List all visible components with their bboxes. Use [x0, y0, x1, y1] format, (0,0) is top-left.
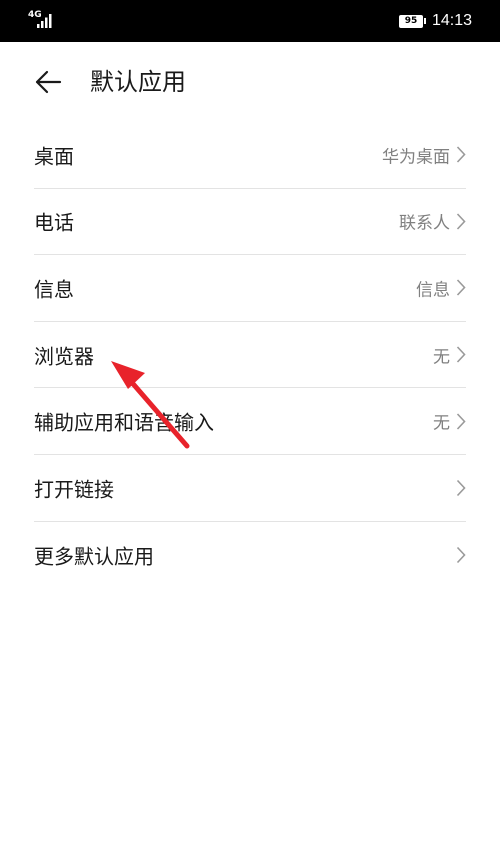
- chevron-right-icon: [456, 213, 466, 230]
- list-item-label: 打开链接: [34, 477, 114, 502]
- list-item-value: 无: [433, 347, 450, 368]
- page-title: 默认应用: [90, 68, 186, 96]
- chevron-right-icon: [456, 346, 466, 363]
- chevron-right-icon: [456, 279, 466, 297]
- list-item-label: 更多默认应用: [34, 544, 154, 569]
- signal-strength-icon: [37, 14, 52, 28]
- battery-level: 95: [398, 14, 423, 28]
- chevron-right-icon: [456, 146, 466, 163]
- list-item-assist-voice-input[interactable]: 辅助应用和语音输入 无: [34, 388, 466, 455]
- status-time: 14:13: [431, 12, 472, 29]
- list-item-label: 辅助应用和语音输入: [34, 410, 214, 435]
- list-item-value: 华为桌面: [382, 147, 450, 168]
- back-button[interactable]: [28, 62, 68, 102]
- list-item-label: 电话: [34, 210, 74, 235]
- list-item-value: 无: [433, 413, 450, 434]
- list-item-phone[interactable]: 电话 联系人: [34, 189, 466, 256]
- list-item-messages[interactable]: 信息 信息: [34, 255, 466, 322]
- back-arrow-icon: [35, 70, 62, 94]
- list-item-label: 桌面: [34, 144, 74, 169]
- chevron-right-icon: [456, 479, 466, 496]
- list-item-value: 联系人: [399, 213, 450, 234]
- list-item-more-default-apps[interactable]: 更多默认应用: [34, 522, 466, 589]
- list-item-desktop[interactable]: 桌面 华为桌面: [34, 122, 466, 189]
- status-bar: 4G 95 14:13: [0, 0, 500, 42]
- default-apps-list: 桌面 华为桌面 电话 联系人 信息 信息 浏览器 无 辅助应用和语音输入 无 打…: [34, 122, 466, 588]
- chevron-right-icon: [456, 413, 466, 430]
- title-bar: 默认应用: [0, 42, 500, 122]
- list-item-value: 信息: [416, 280, 450, 301]
- battery-icon: 95: [398, 14, 426, 28]
- chevron-right-icon: [456, 546, 466, 563]
- list-item-open-links[interactable]: 打开链接: [34, 455, 466, 522]
- list-item-label: 信息: [34, 277, 74, 302]
- list-item-browser[interactable]: 浏览器 无: [34, 322, 466, 389]
- list-item-label: 浏览器: [34, 344, 94, 369]
